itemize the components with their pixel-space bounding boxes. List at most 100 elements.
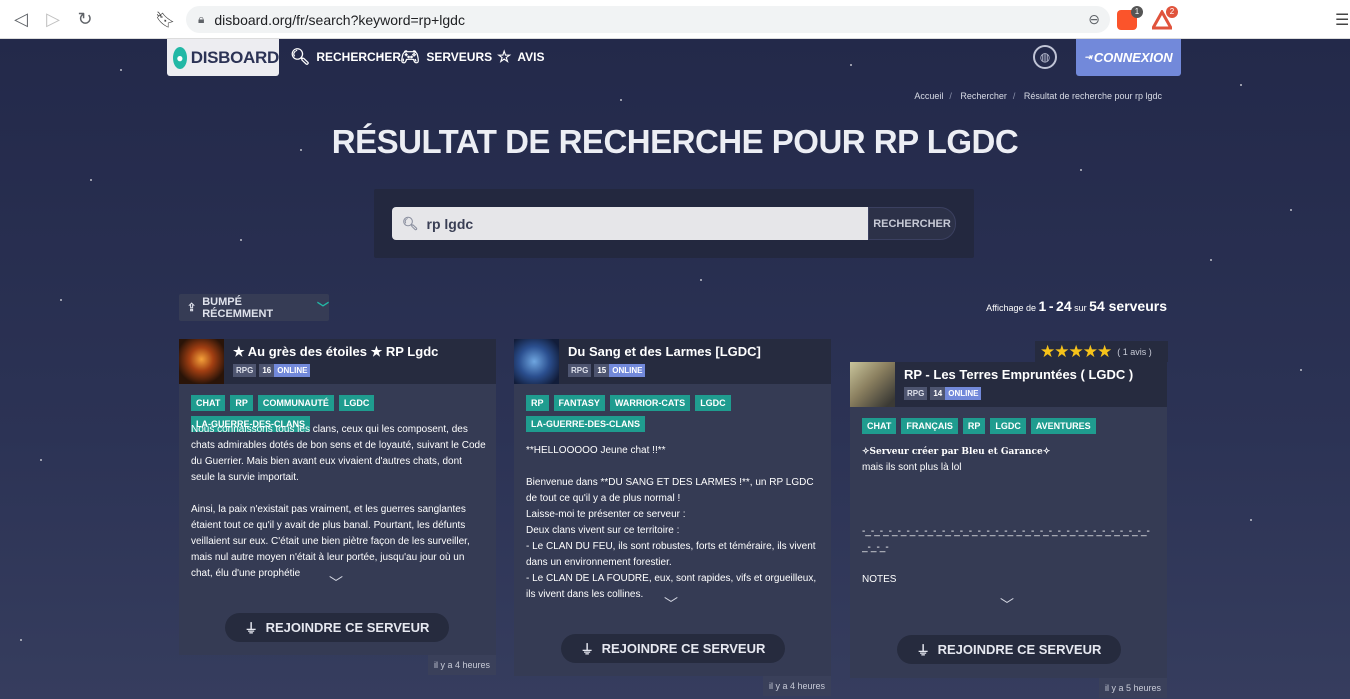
tag[interactable]: COMMUNAUTÉ (257, 395, 334, 411)
rewards-triangle-icon[interactable]: 2 (1150, 6, 1178, 30)
online-count: 15 (594, 364, 610, 377)
sort-dropdown[interactable]: ⇪ BUMPÉ RÉCEMMENT ﹀ (179, 294, 329, 321)
server-name[interactable]: Du Sang et des Larmes [LGDC] (568, 344, 761, 359)
online-count: 14 (930, 387, 946, 400)
server-description: ✧Serveur créer par Bleu et Garance✧ mais… (862, 444, 1157, 594)
server-name[interactable]: ★ Au grès des étoiles ★ RP Lgdc (233, 344, 438, 360)
browser-menu-icon[interactable]: ☰ (1335, 10, 1349, 30)
server-card-header: RP - Les Terres Empruntées ( LGDC ) RPG … (850, 362, 1167, 407)
disboard-logo[interactable]: ● DISBOARD (167, 39, 279, 76)
tag[interactable]: LGDC (338, 395, 375, 411)
server-card: ★ Au grès des étoiles ★ RP Lgdc RPG 16 O… (179, 339, 496, 675)
tag[interactable]: WARRIOR-CATS (609, 395, 691, 411)
zoom-icon[interactable]: ⊖ (1088, 11, 1100, 28)
nav-search[interactable]: 🔍︎ RECHERCHER (290, 47, 401, 67)
online-label: ONLINE (945, 387, 982, 400)
login-label: CONNEXION (1093, 50, 1173, 65)
breadcrumb-home[interactable]: Accueil (914, 91, 943, 101)
chevron-down-icon: ﹀ (316, 301, 329, 315)
tag[interactable]: LA-GUERRE-DES-CLANS (526, 416, 645, 432)
breadcrumb-search[interactable]: Rechercher (960, 91, 1007, 101)
join-server-button[interactable]: ⏚ REJOINDRE CE SERVEUR (897, 635, 1121, 664)
join-server-button[interactable]: ⏚ REJOINDRE CE SERVEUR (561, 634, 785, 663)
expand-chevron-icon[interactable]: ﹀ (664, 594, 678, 614)
address-bar[interactable]: 🔒︎ disboard.org/fr/search?keyword=rp+lgd… (186, 6, 1110, 33)
server-description: Nous connaissons tous les clans, ceux qu… (191, 424, 486, 579)
plug-icon: ⏚ (580, 642, 594, 657)
rating-count: ( 1 avis ) (1117, 346, 1152, 357)
server-name[interactable]: RP - Les Terres Empruntées ( LGDC ) (904, 367, 1133, 382)
server-avatar[interactable] (514, 339, 559, 384)
tag-list: CHAT FRANÇAIS RP LGDC AVENTURES (862, 418, 1162, 439)
page: ● DISBOARD 🔍︎ RECHERCHER 🎮︎ SERVEURS ☆ A… (0, 39, 1350, 699)
online-label: ONLINE (274, 364, 311, 377)
login-button[interactable]: ⇥ CONNEXION (1076, 39, 1181, 76)
category-badge[interactable]: RPG (568, 364, 592, 377)
back-icon[interactable]: ◁ (5, 0, 37, 39)
share-upload-icon: ⇪ (187, 302, 197, 314)
language-globe-icon[interactable]: ◍ (1033, 45, 1057, 69)
reload-icon[interactable]: ↻ (69, 0, 101, 39)
join-label: REJOINDRE CE SERVEUR (937, 642, 1102, 657)
tag[interactable]: RP (230, 395, 253, 411)
tag[interactable]: FRANÇAIS (901, 418, 958, 434)
search-icon: 🔍︎ (402, 215, 419, 231)
magnifier-icon: 🔍︎ (290, 49, 311, 66)
sort-label: BUMPÉ RÉCEMMENT (202, 295, 274, 320)
browser-toolbar: ◁ ▷ ↻ 🔖︎ 🔒︎ disboard.org/fr/search?keywo… (0, 0, 1350, 39)
tag[interactable]: RP (526, 395, 549, 411)
search-panel: 🔍︎ rp lgdc RECHERCHER (374, 189, 974, 258)
nav-reviews[interactable]: ☆ AVIS (497, 47, 544, 67)
logo-icon: ● (173, 46, 187, 69)
tag[interactable]: RP (962, 418, 986, 434)
plug-icon: ⏚ (244, 621, 258, 636)
rating-box[interactable]: ★★★★★ ( 1 avis ) (1035, 341, 1168, 362)
tag[interactable]: LGDC (695, 395, 731, 411)
tag[interactable]: AVENTURES (1030, 418, 1096, 434)
login-icon: ⇥ (1084, 52, 1092, 62)
forward-icon[interactable]: ▷ (37, 0, 69, 39)
nav-servers[interactable]: 🎮︎ SERVEURS (400, 47, 492, 67)
lock-icon: 🔒︎ (198, 12, 205, 26)
search-input[interactable]: 🔍︎ rp lgdc (392, 207, 868, 240)
breadcrumb: Accueil / Rechercher / Résultat de recherc… (914, 91, 1162, 101)
rating-stars: ★★★★★ (1040, 341, 1112, 361)
brave-shield-icon[interactable]: 1 (1117, 6, 1143, 30)
expand-chevron-icon[interactable]: ﹀ (329, 573, 343, 593)
logo-text: DISBOARD (190, 47, 280, 67)
nav-search-label: RECHERCHER (316, 50, 401, 64)
server-card: Du Sang et des Larmes [LGDC] RPG 15 ONLI… (514, 339, 831, 696)
plug-icon: ⏚ (916, 643, 930, 658)
online-count: 16 (259, 364, 275, 377)
search-button[interactable]: RECHERCHER (868, 207, 956, 240)
bump-time: il y a 4 heures (427, 655, 496, 675)
server-avatar[interactable] (850, 362, 895, 407)
gamepad-icon: 🎮︎ (400, 49, 421, 66)
category-badge[interactable]: RPG (904, 387, 928, 400)
star-outline-icon: ☆ (497, 49, 512, 66)
expand-chevron-icon[interactable]: ﹀ (1000, 595, 1014, 615)
search-value: rp lgdc (426, 215, 474, 232)
tag-list: RP FANTASY WARRIOR-CATS LGDC LA-GUERRE-D… (526, 395, 826, 437)
server-card: RP - Les Terres Empruntées ( LGDC ) RPG … (850, 362, 1167, 698)
tag[interactable]: FANTASY (553, 395, 605, 411)
tag[interactable]: CHAT (191, 395, 226, 411)
bump-time: il y a 4 heures (762, 676, 831, 696)
description-special: ✧Serveur créer par Bleu et Garance✧ (862, 447, 1051, 457)
bump-time: il y a 5 heures (1098, 678, 1167, 698)
alert-badge: 2 (1166, 6, 1178, 18)
bookmark-icon[interactable]: 🔖︎ (155, 10, 175, 30)
category-badge[interactable]: RPG (233, 364, 257, 377)
url-text: disboard.org/fr/search?keyword=rp+lgdc (214, 11, 465, 28)
server-description: **HELLOOOOO Jeune chat !!** Bienvenue da… (526, 445, 817, 600)
server-card-header: ★ Au grès des étoiles ★ RP Lgdc RPG 16 O… (179, 339, 496, 384)
nav-reviews-label: AVIS (517, 50, 545, 64)
tag[interactable]: LGDC (990, 418, 1026, 434)
join-server-button[interactable]: ⏚ REJOINDRE CE SERVEUR (225, 613, 449, 642)
join-label: REJOINDRE CE SERVEUR (265, 620, 430, 635)
online-label: ONLINE (609, 364, 646, 377)
breadcrumb-current: Résultat de recherche pour rp lgdc (1023, 91, 1162, 101)
server-avatar[interactable] (179, 339, 224, 384)
nav-servers-label: SERVEURS (426, 50, 493, 64)
tag[interactable]: CHAT (862, 418, 897, 434)
